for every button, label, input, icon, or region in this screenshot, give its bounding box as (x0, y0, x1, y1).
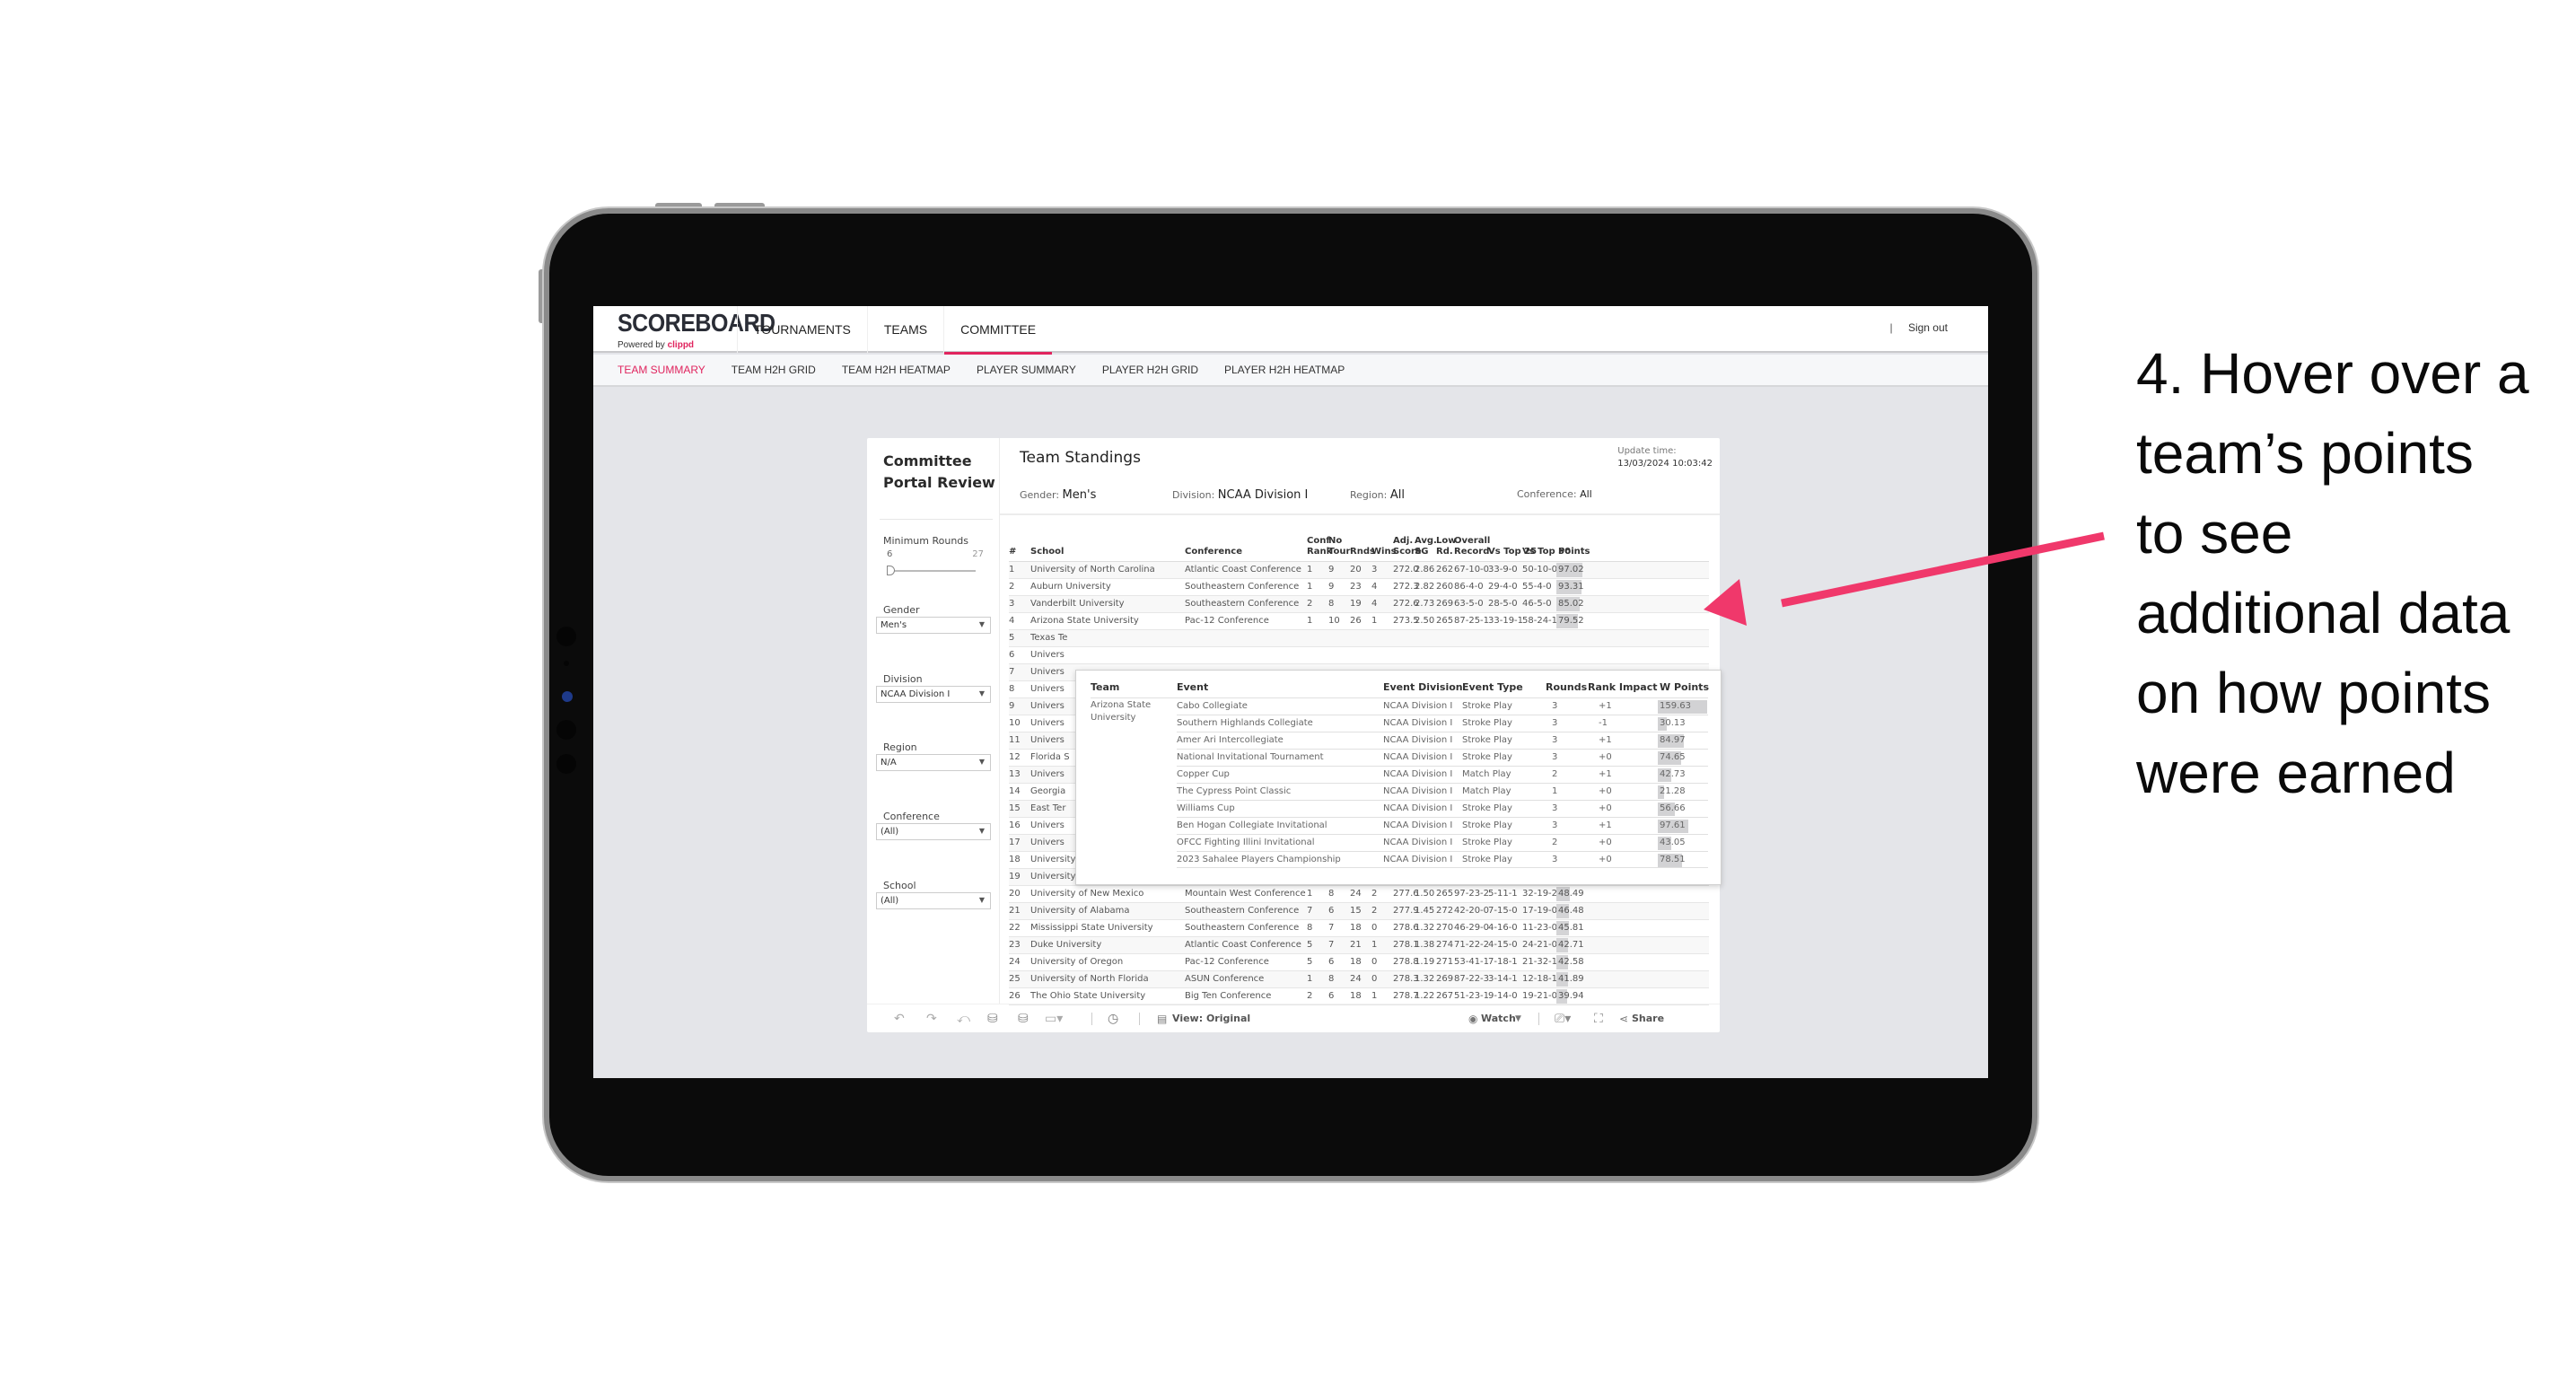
arrow-shaft (1781, 531, 2105, 608)
annotation-line: team’s points (2136, 421, 2474, 486)
annotation-line: were earned (2136, 741, 2456, 805)
arrow-head-icon (1704, 579, 1747, 626)
annotation-line: additional data (2136, 581, 2510, 645)
annotation-line: on how points (2136, 661, 2491, 725)
annotation-text: 4. Hover over a team’s points to see add… (2136, 334, 2576, 813)
annotation-line: to see (2136, 501, 2293, 566)
annotation-line: 4. Hover over a (2136, 341, 2529, 406)
